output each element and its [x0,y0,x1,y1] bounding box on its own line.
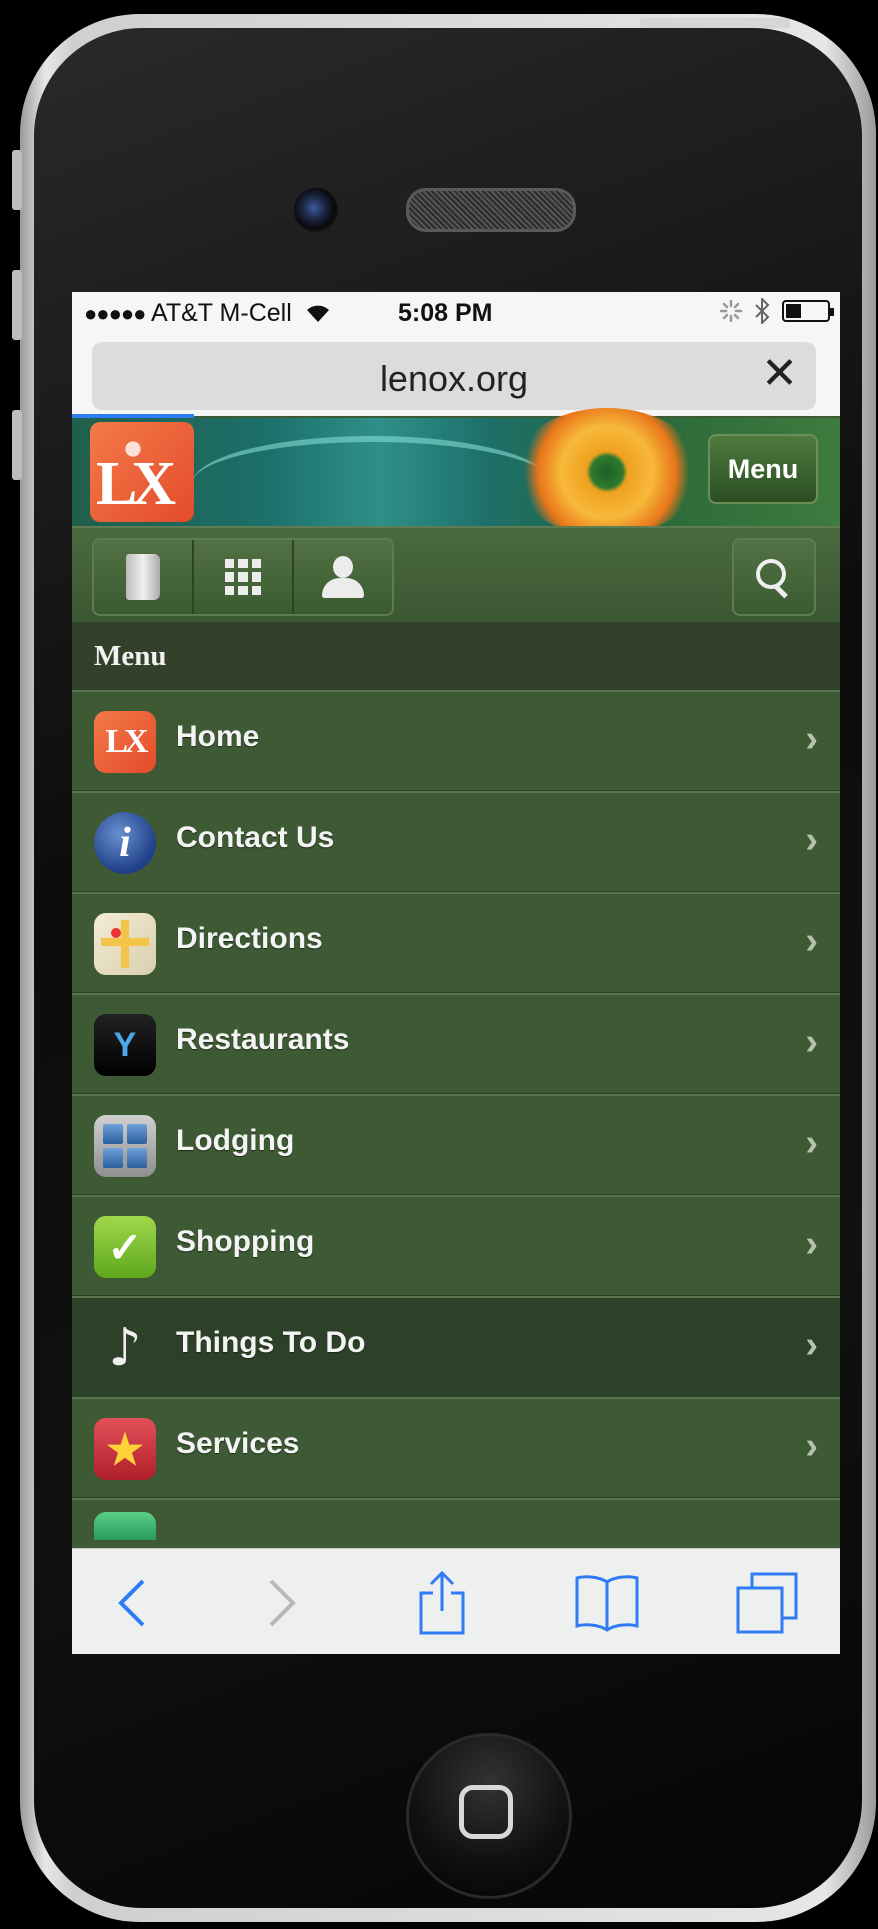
person-icon [320,556,366,598]
menu-item-restaurants[interactable]: Y Restaurants › [72,993,840,1094]
chevron-right-icon: › [805,920,818,962]
chevron-right-icon: › [805,1324,818,1366]
chevron-right-icon: › [805,718,818,760]
banner-swirl [192,436,552,532]
grid-icon [225,559,261,595]
building-icon [94,1115,156,1177]
front-camera [294,188,338,232]
bluetooth-icon [755,298,770,324]
earpiece-speaker [406,188,576,232]
site-toolbar [72,526,840,624]
volume-up-button [12,270,22,340]
chevron-right-icon: › [805,1223,818,1265]
menu-item-contact-us[interactable]: i Contact Us › [72,791,840,892]
status-left: ●●●●● AT&T M-Cell [84,299,331,328]
menu-item-label: Services [176,1427,300,1460]
menu-item-label: Home [176,720,260,753]
forward-icon [269,1579,296,1627]
site-logo[interactable]: LX [90,422,194,522]
chevron-right-icon: › [805,1122,818,1164]
screen: ●●●●● AT&T M-Cell 5:08 PM lenox.org ✕ LX… [72,292,840,1654]
menu-item-lodging[interactable]: Lodging › [72,1094,840,1195]
menu-item-partial[interactable] [72,1498,840,1540]
browser-bottom-toolbar [72,1548,840,1654]
menu-item-label: Things To Do [176,1326,366,1359]
menu-item-label: Directions [176,922,323,955]
forward-button[interactable] [252,1573,312,1633]
checkmark-icon: ✓ [94,1216,156,1278]
music-note-icon: ♪ [108,1318,142,1378]
status-time: 5:08 PM [398,299,493,327]
battery-level [786,304,801,318]
browser-address-area: lenox.org ✕ [72,336,840,416]
chevron-right-icon: › [805,1425,818,1467]
share-button[interactable] [412,1571,472,1635]
logo-text: LX [96,450,176,518]
url-bar[interactable]: lenox.org ✕ [92,342,816,410]
home-button[interactable] [406,1733,572,1899]
account-button[interactable] [294,540,392,614]
mute-switch [12,150,22,210]
status-right [720,298,834,324]
search-button[interactable] [732,538,816,616]
menu-item-services[interactable]: ★ Services › [72,1397,840,1498]
bookmarks-button[interactable] [572,1573,642,1633]
toolbar-button-group [92,538,394,616]
share-icon [419,1571,465,1635]
book-icon [126,554,160,600]
info-icon: i [94,812,156,874]
menu-list: LX Home › i Contact Us › Directions › Y … [72,690,840,1540]
home-square-icon [459,1785,513,1839]
carrier-label: AT&T M-Cell [151,299,292,327]
menu-item-label: Shopping [176,1225,315,1258]
menu-item-label: Lodging [176,1124,295,1157]
banner-flower-image [512,408,702,536]
back-icon [118,1579,145,1627]
tabs-button[interactable] [732,1572,802,1634]
search-icon [756,559,792,599]
wifi-icon [306,305,329,322]
grid-button[interactable] [194,540,294,614]
chevron-right-icon: › [805,819,818,861]
bookmarks-icon [575,1575,639,1632]
volume-down-button [12,410,22,480]
activity-spinner-icon [720,300,742,322]
chevron-right-icon: › [805,1021,818,1063]
site-banner: LX Menu [72,408,840,536]
book-button[interactable] [94,540,194,614]
menu-item-label: Restaurants [176,1023,350,1056]
power-button [640,18,790,28]
menu-heading: Menu [72,622,840,690]
menu-item-shopping[interactable]: ✓ Shopping › [72,1195,840,1296]
tabs-icon [736,1572,798,1634]
cocktail-icon: Y [94,1014,156,1076]
signal-icon: ●●●●● [84,301,146,326]
map-icon [94,913,156,975]
partial-item-icon [94,1512,156,1540]
menu-item-directions[interactable]: Directions › [72,892,840,993]
status-bar: ●●●●● AT&T M-Cell 5:08 PM [72,292,840,336]
back-button[interactable] [102,1573,162,1633]
menu-button[interactable]: Menu [708,434,818,504]
lx-logo-icon: LX [94,711,156,773]
battery-icon [782,300,834,322]
menu-item-home[interactable]: LX Home › [72,690,840,791]
battery-tip [830,308,834,316]
star-icon: ★ [94,1418,156,1480]
close-icon[interactable]: ✕ [761,352,798,396]
menu-item-things-to-do[interactable]: ♪ Things To Do › [72,1296,840,1397]
url-text: lenox.org [379,358,529,399]
menu-item-label: Contact Us [176,821,335,854]
